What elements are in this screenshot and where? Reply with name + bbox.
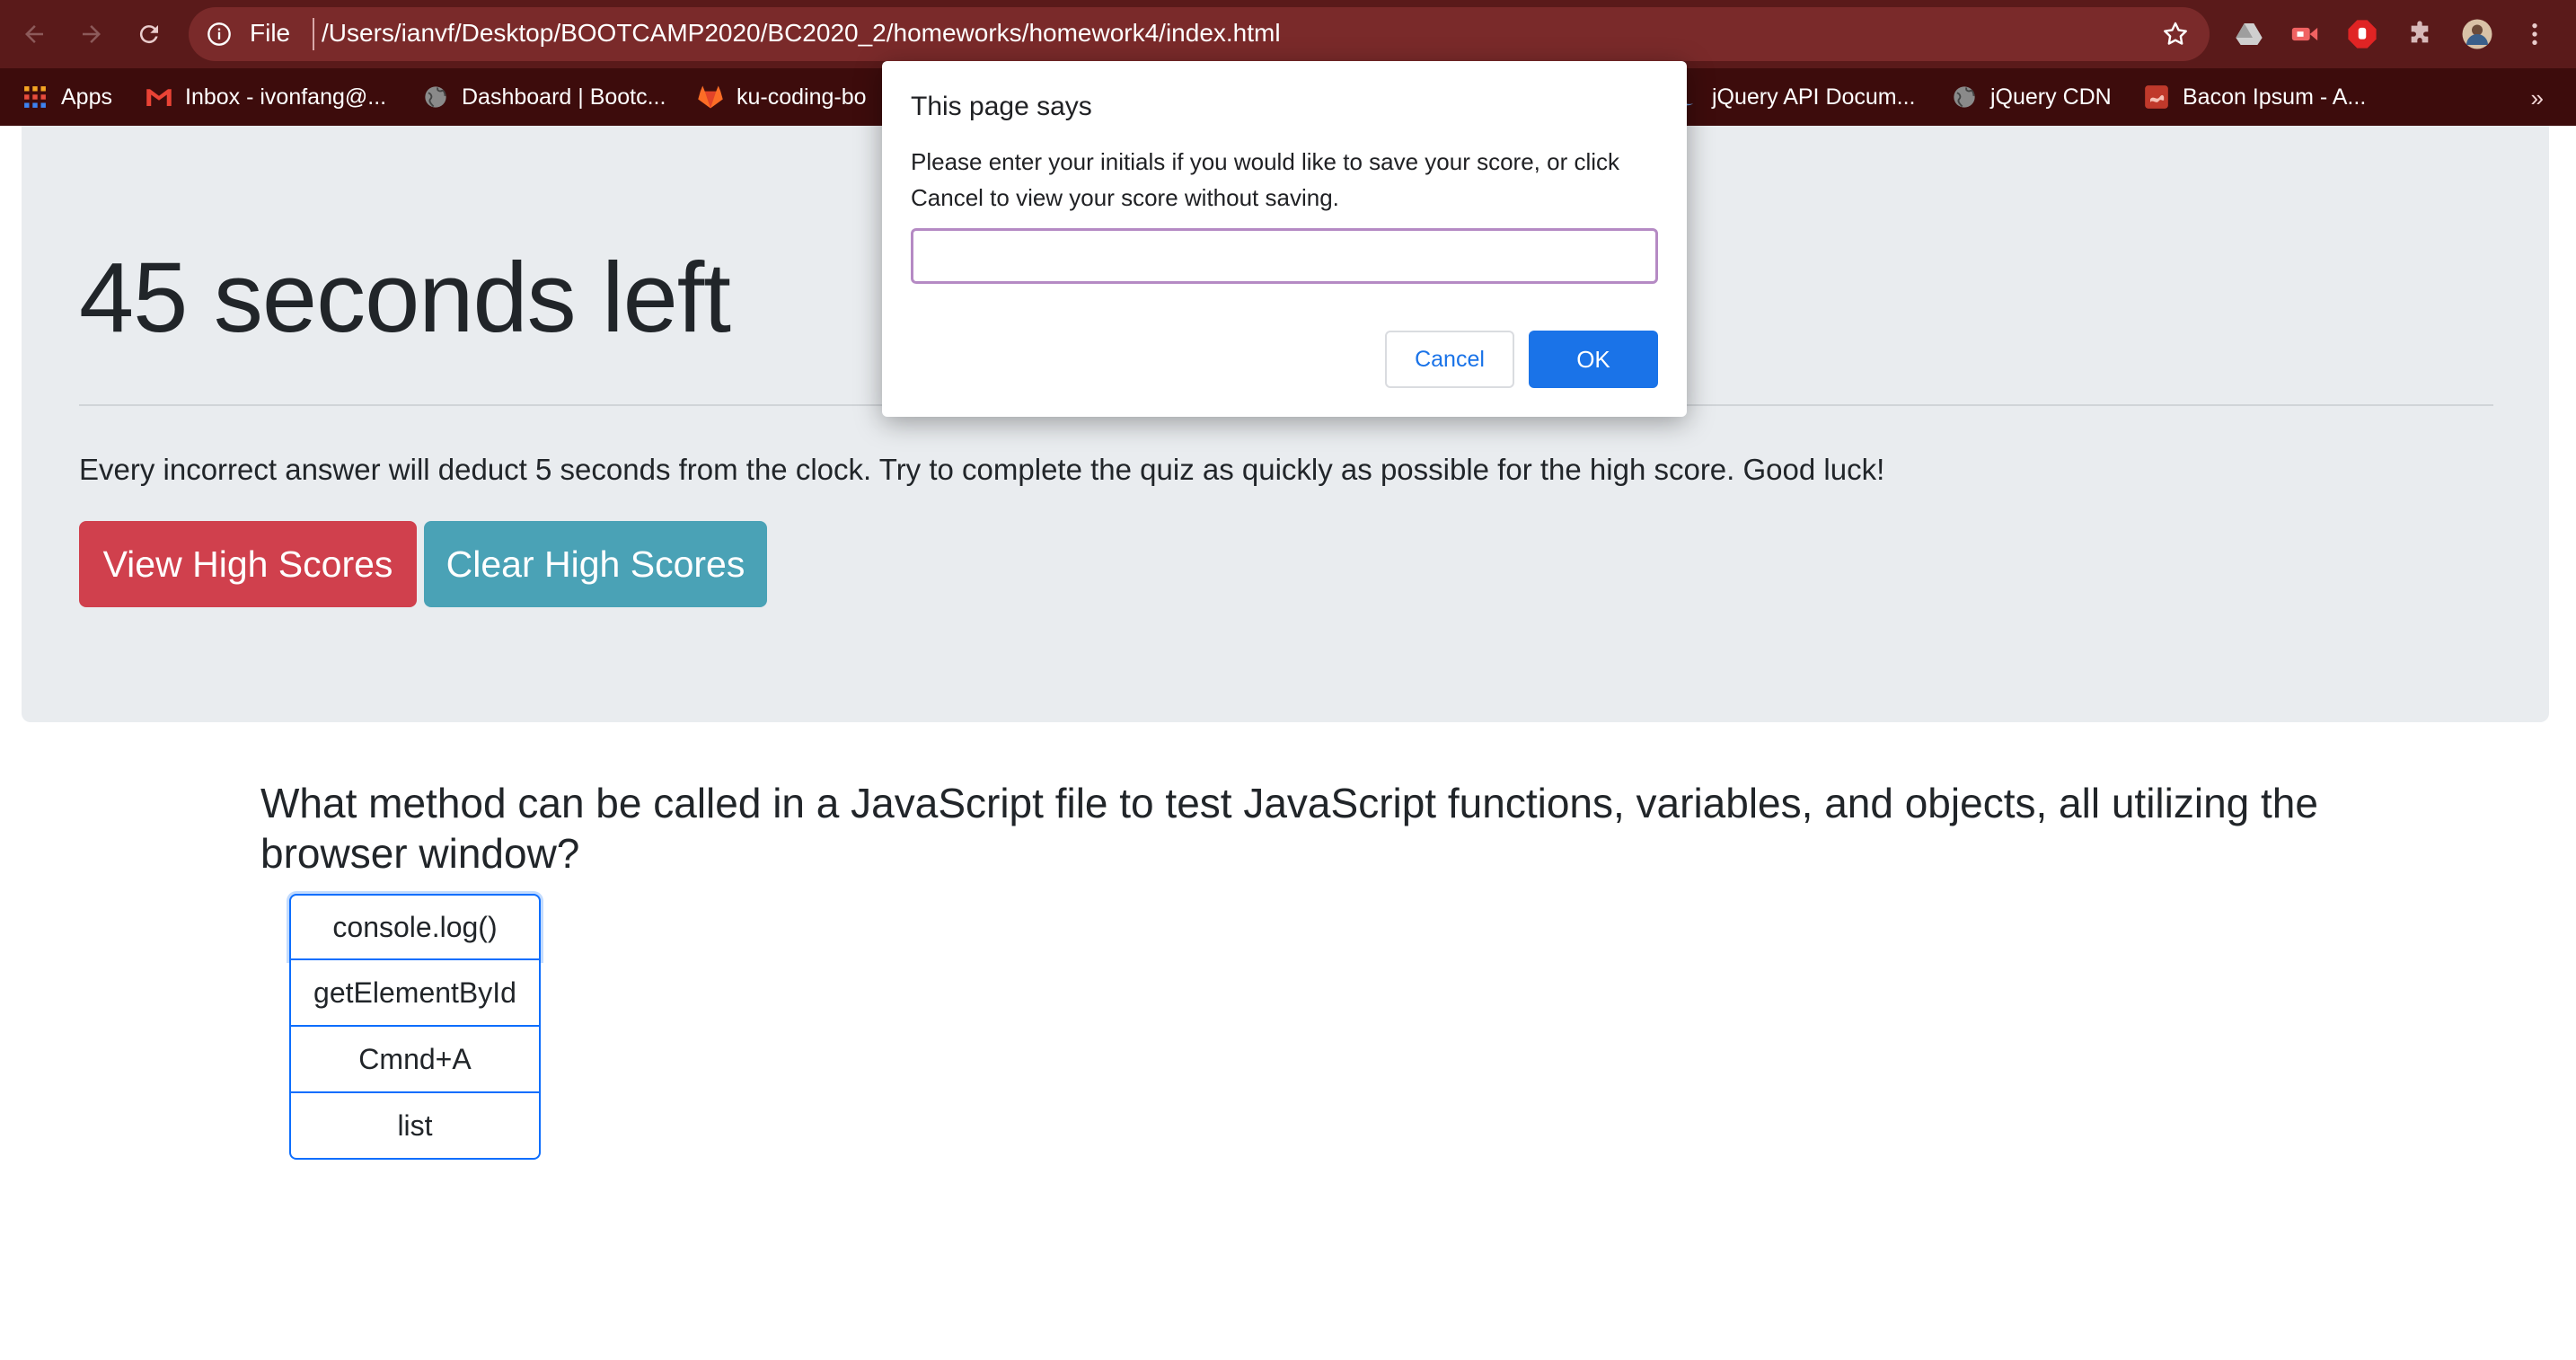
clear-high-scores-button[interactable]: Clear High Scores <box>424 521 767 607</box>
browser-toolbar: File /Users/ianvf/Desktop/BOOTCAMP2020/B… <box>0 0 2576 68</box>
answer-button[interactable]: list <box>289 1093 541 1160</box>
reload-icon[interactable] <box>131 16 167 52</box>
extensions-puzzle-icon[interactable] <box>2404 18 2436 50</box>
bookmark-jquery-api[interactable]: jQuery API Docum... <box>1672 81 1915 113</box>
gitlab-icon <box>697 84 724 110</box>
answer-list: console.log() getElementById Cmnd+A list <box>289 894 541 1160</box>
gmail-icon <box>146 84 172 110</box>
ok-button[interactable]: OK <box>1529 331 1658 388</box>
address-bar[interactable]: File /Users/ianvf/Desktop/BOOTCAMP2020/B… <box>189 7 2210 61</box>
url-text[interactable]: /Users/ianvf/Desktop/BOOTCAMP2020/BC2020… <box>322 19 1281 48</box>
adblock-hand-icon[interactable] <box>2346 18 2378 50</box>
apps-grid-icon <box>22 84 49 110</box>
bookmark-inbox[interactable]: Inbox - ivonfang@... <box>146 81 386 113</box>
answer-button[interactable]: getElementById <box>289 960 541 1027</box>
bookmark-label: ku-coding-bo <box>737 84 867 110</box>
address-separator <box>313 18 314 50</box>
bookmark-label: Bacon Ipsum - A... <box>2183 84 2367 110</box>
dialog-title: This page says <box>911 92 1092 121</box>
answer-button[interactable]: Cmnd+A <box>289 1027 541 1093</box>
google-drive-icon[interactable] <box>2233 18 2265 50</box>
globe-icon <box>422 84 449 110</box>
bookmark-dashboard[interactable]: Dashboard | Bootc... <box>422 81 666 113</box>
screencast-extension-icon[interactable] <box>2289 18 2321 50</box>
bookmark-label: jQuery API Docum... <box>1712 84 1916 110</box>
view-high-scores-button[interactable]: View High Scores <box>79 521 417 607</box>
forward-arrow-icon[interactable] <box>74 16 110 52</box>
bookmark-bacon-ipsum[interactable]: Bacon Ipsum - A... <box>2143 81 2366 113</box>
prompt-dialog: This page says Please enter your initial… <box>882 61 1687 417</box>
cancel-button[interactable]: Cancel <box>1385 331 1514 388</box>
bookmark-label: Inbox - ivonfang@... <box>185 84 387 110</box>
info-icon[interactable] <box>207 22 232 47</box>
instructions-text: Every incorrect answer will deduct 5 sec… <box>79 453 1885 486</box>
bookmark-label: Dashboard | Bootc... <box>462 84 666 110</box>
back-arrow-icon[interactable] <box>16 16 52 52</box>
globe-icon <box>1951 84 1978 110</box>
dialog-message: Please enter your initials if you would … <box>911 148 1620 211</box>
bacon-ipsum-icon <box>2143 84 2170 110</box>
profile-avatar-icon[interactable] <box>2461 18 2493 50</box>
timer-display: 45 seconds left <box>79 243 731 353</box>
bookmark-label: Apps <box>61 84 112 110</box>
initials-input[interactable] <box>911 228 1658 284</box>
scheme-label: File <box>250 19 291 47</box>
bookmark-label: jQuery CDN <box>1990 84 2112 110</box>
more-bookmarks-chevron[interactable]: » <box>2531 84 2544 112</box>
answer-button[interactable]: console.log() <box>289 894 541 960</box>
bookmark-gitlab[interactable]: ku-coding-bo <box>697 81 867 113</box>
bookmark-star-icon[interactable] <box>2161 20 2190 49</box>
browser-menu-icon[interactable] <box>2519 18 2551 50</box>
bookmark-jquery-cdn[interactable]: jQuery CDN <box>1951 81 2112 113</box>
question-text: What method can be called in a JavaScrip… <box>260 780 2318 877</box>
bookmark-apps[interactable]: Apps <box>22 81 112 113</box>
